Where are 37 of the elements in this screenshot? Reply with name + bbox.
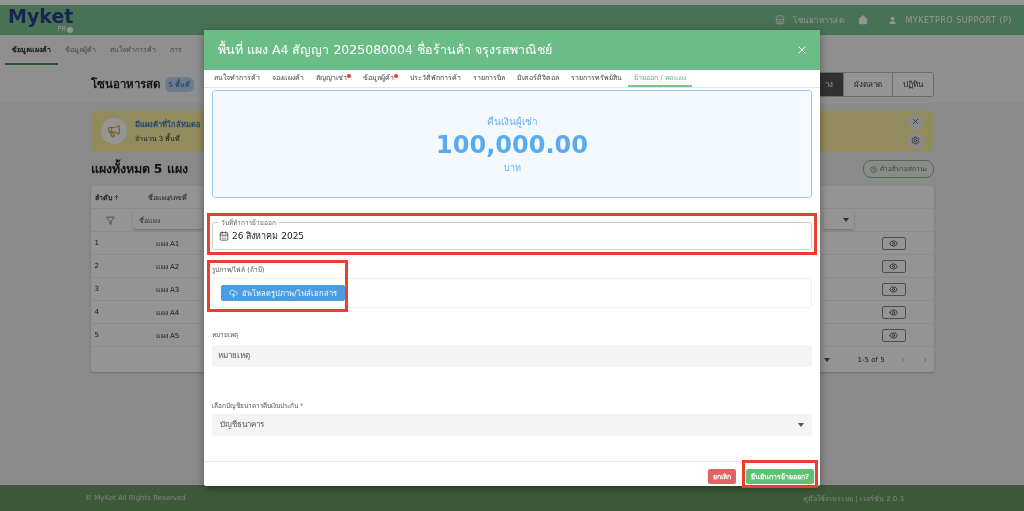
settings-icon[interactable] — [907, 132, 924, 149]
view-button[interactable] — [881, 282, 906, 296]
eye-icon — [889, 284, 898, 294]
eye-icon — [889, 307, 898, 317]
page-title: โซนอาหารสด — [90, 76, 160, 93]
megaphone-icon — [100, 118, 127, 144]
zone-label: โซนอาหารสด — [793, 14, 845, 27]
logo-text: Myket — [8, 7, 74, 26]
view-button[interactable] — [881, 328, 906, 342]
pie-icon — [67, 26, 74, 33]
caret-icon — [823, 357, 830, 362]
upload-icon — [229, 288, 238, 298]
refund-unit: บาท — [503, 161, 521, 175]
store-icon — [775, 15, 786, 25]
filter-icon[interactable] — [106, 215, 115, 225]
section-title: แผงทั้งหมด 5 แผง — [90, 159, 188, 178]
refund-amount: 100,000.00 — [436, 130, 588, 159]
home-icon[interactable] — [858, 15, 869, 25]
view-button[interactable] — [881, 259, 906, 273]
note-field[interactable]: หมายเหตุ — [212, 344, 812, 367]
refund-label: คืนเงินผู้เช่า — [486, 114, 538, 129]
eye-icon — [889, 330, 898, 340]
close-icon[interactable] — [907, 113, 924, 130]
help-icon — [869, 165, 877, 173]
eye-icon — [889, 238, 898, 248]
view-toggle[interactable]: ผังตลาด — [842, 72, 892, 96]
caret-icon — [798, 422, 804, 427]
modal-title: พื้นที่ แผง A4 สัญญา 2025080004 ชื่อร้านค้า จรุงรสพาณิชย์ — [218, 40, 552, 60]
caret-icon — [842, 218, 849, 222]
view-button[interactable] — [881, 305, 906, 319]
user-icon — [888, 15, 898, 25]
view-toggle[interactable]: ปฏิทิน — [891, 72, 933, 96]
view-button[interactable] — [881, 236, 906, 250]
bank-account-select[interactable]: บัญชีธนาคาร — [212, 413, 812, 436]
eye-icon — [889, 261, 898, 271]
calendar-icon — [219, 231, 229, 241]
close-icon[interactable] — [796, 44, 808, 56]
